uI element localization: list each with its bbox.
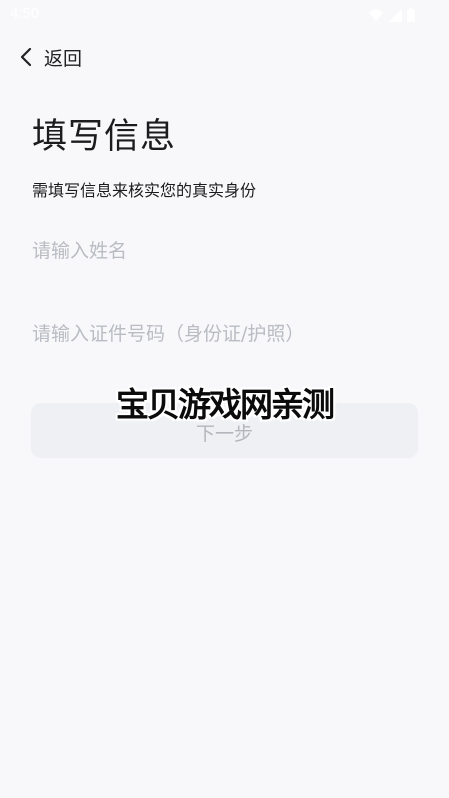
page-subtitle: 需填写信息来核实您的真实身份 — [32, 181, 257, 200]
signal-icon — [389, 8, 402, 22]
chevron-left-icon — [20, 47, 32, 67]
id-number-input[interactable] — [32, 314, 418, 354]
next-button[interactable]: 下一步 — [31, 403, 418, 458]
status-bar: 4:50 — [0, 0, 449, 30]
wifi-icon — [368, 9, 384, 21]
back-label: 返回 — [44, 47, 83, 70]
nav-bar: 返回 — [0, 38, 449, 74]
battery-icon — [407, 8, 415, 22]
status-time: 4:50 — [10, 5, 40, 22]
status-icons — [368, 8, 415, 22]
page-title: 填写信息 — [32, 117, 177, 157]
name-input[interactable] — [32, 231, 418, 271]
back-button[interactable]: 返回 — [20, 42, 82, 72]
